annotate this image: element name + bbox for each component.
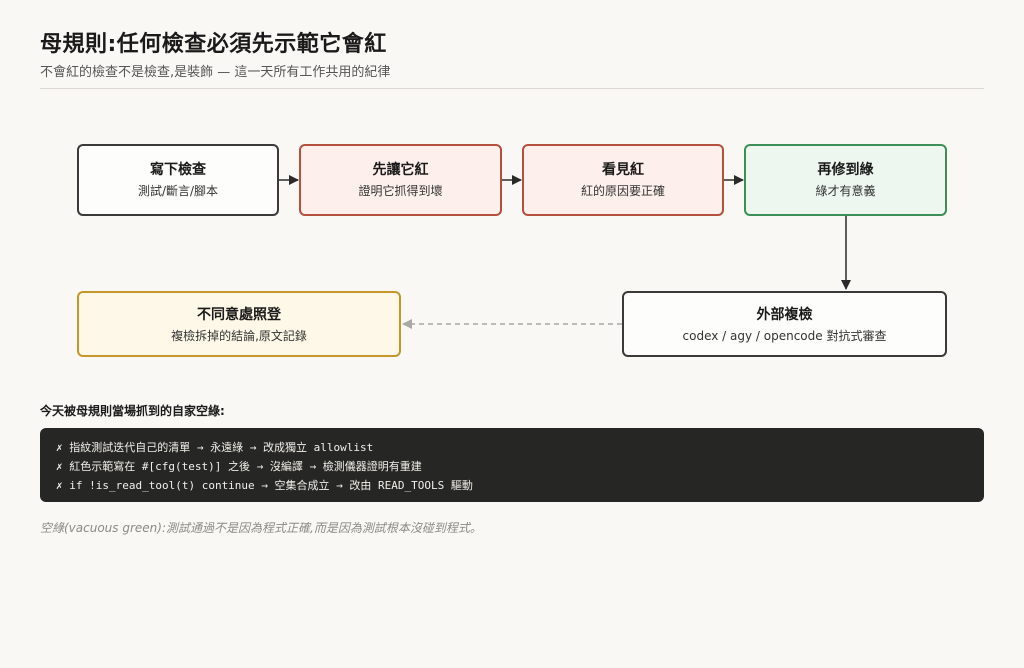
step-subtitle: 證明它抓得到壞 [358, 184, 443, 198]
step-subtitle: codex / agy / opencode 對抗式審查 [682, 329, 887, 343]
step-title: 外部複檢 [756, 307, 813, 323]
flow-step-fix-green: 再修到綠 綠才有意義 [744, 144, 947, 216]
caught-code-block: ✗ 指紋測試迭代自己的清單 → 永遠綠 → 改成獨立 allowlist ✗ 紅… [40, 428, 984, 502]
step-subtitle: 紅的原因要正確 [580, 184, 665, 198]
flow-step-write-check: 寫下檢查 測試/斷言/腳本 [77, 144, 279, 216]
footnote: 空綠(vacuous green):測試通過不是因為程式正確,而是因為測試根本沒… [40, 521, 482, 535]
caught-item: ✗ 指紋測試迭代自己的清單 → 永遠綠 → 改成獨立 allowlist [56, 441, 374, 454]
step-title: 不同意處照登 [197, 307, 281, 323]
flow-step-make-red: 先讓它紅 證明它抓得到壞 [299, 144, 502, 216]
step-title: 看見紅 [602, 162, 644, 178]
step-title: 再修到綠 [817, 162, 874, 178]
step-subtitle: 複檢拆掉的結論,原文記錄 [171, 329, 307, 343]
flow-step-see-red: 看見紅 紅的原因要正確 [522, 144, 724, 216]
caught-item: ✗ 紅色示範寫在 #[cfg(test)] 之後 → 沒編譯 → 檢測儀器證明有… [56, 460, 422, 473]
step-title: 先讓它紅 [372, 162, 429, 178]
step-title: 寫下檢查 [150, 162, 206, 178]
flow-step-record-disagreement: 不同意處照登 複檢拆掉的結論,原文記錄 [77, 291, 401, 357]
step-subtitle: 測試/斷言/腳本 [137, 184, 219, 198]
flow-step-external-review: 外部複檢 codex / agy / opencode 對抗式審查 [622, 291, 947, 357]
caught-item: ✗ if !is_read_tool(t) continue → 空集合成立 →… [56, 479, 473, 492]
step-subtitle: 綠才有意義 [815, 184, 876, 198]
caught-section-label: 今天被母規則當場抓到的自家空綠: [40, 404, 225, 418]
